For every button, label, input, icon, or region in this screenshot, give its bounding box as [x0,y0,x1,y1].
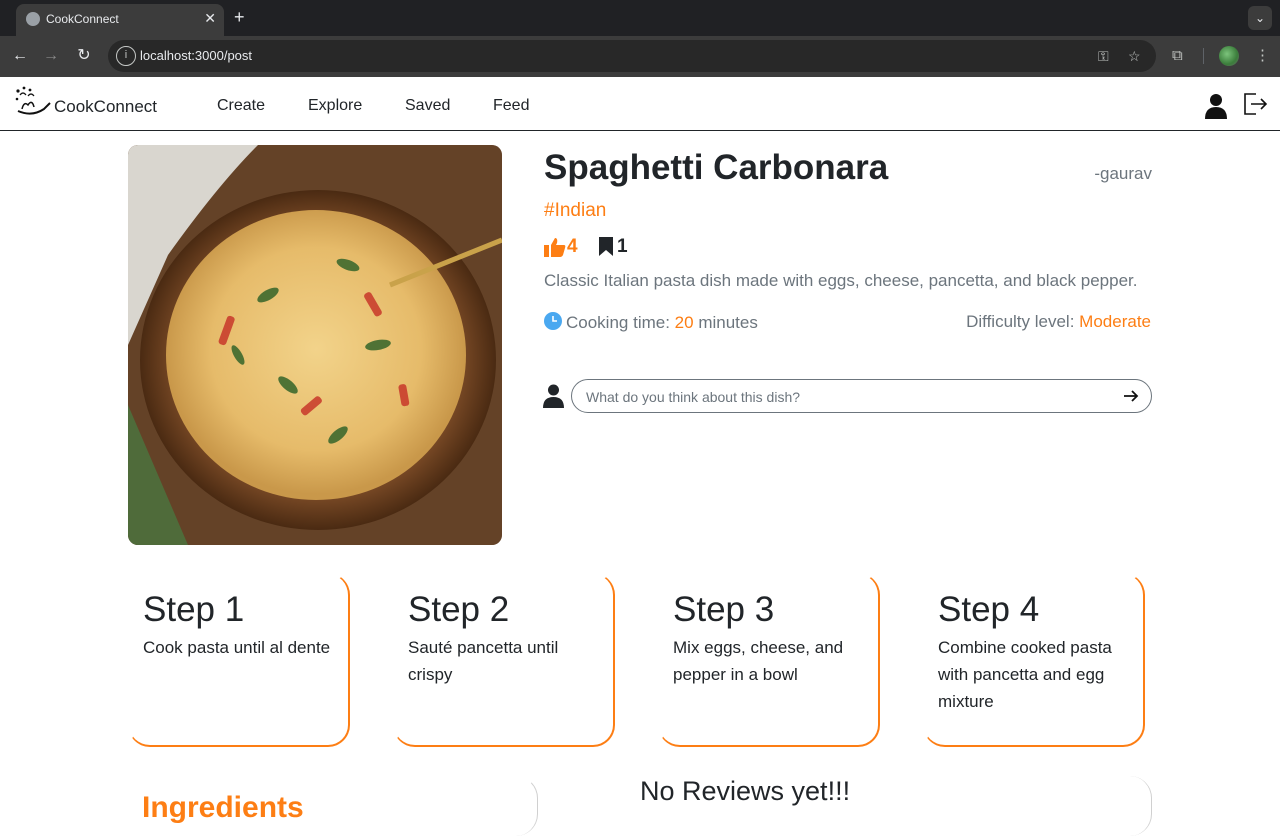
ingredients-title: Ingredients [142,791,304,824]
reviews-card: No Reviews yet!!! [560,776,1152,836]
profile-avatar[interactable] [1219,46,1239,66]
logout-icon[interactable] [1242,91,1268,117]
difficulty-label: Difficulty level: [966,312,1075,331]
step-text: Sauté pancetta until crispy [408,638,559,684]
post-description: Classic Italian pasta dish made with egg… [544,271,1138,290]
step-title: Step 3 [673,590,775,629]
close-icon[interactable]: ✕ [204,10,216,26]
dish-image [128,145,502,545]
nav-link-create[interactable]: Create [217,97,265,115]
plus-icon[interactable]: + [234,7,245,27]
reload-icon[interactable]: ↻ [74,46,94,66]
cooking-time-label: Cooking time: [566,313,670,332]
toolbar-divider [1203,48,1204,64]
cooking-time-unit: minutes [698,313,758,332]
site-info-icon[interactable]: i [116,46,136,66]
step-card: Step 3 Mix eggs, cheese, and pepper in a… [658,573,880,747]
star-icon[interactable]: ☆ [1128,46,1141,66]
user-icon[interactable] [1203,93,1229,119]
extensions-icon[interactable]: ⧉ [1172,46,1183,66]
nav-link-explore[interactable]: Explore [308,97,362,115]
tab-title: CookConnect [46,12,119,26]
post-title: Spaghetti Carbonara [544,148,889,187]
save-count: 1 [617,236,628,257]
cuisine-tag[interactable]: #Indian [544,200,606,222]
bookmark-icon[interactable] [598,236,614,257]
url-text[interactable]: localhost:3000/post [140,48,252,63]
nav-link-feed[interactable]: Feed [493,97,529,115]
forward-arrow-icon[interactable]: → [41,46,61,66]
browser-tab[interactable]: CookConnect ✕ [16,4,224,36]
thumbs-up-icon[interactable] [544,237,566,257]
difficulty-value: Moderate [1079,312,1151,331]
difficulty-level: Difficulty level: Moderate [966,312,1151,332]
app-navbar: CookConnect Create Explore Saved Feed [0,77,1280,131]
site-globe-icon [26,12,40,26]
step-title: Step 1 [143,590,245,629]
step-card: Step 1 Cook pasta until al dente [128,573,350,747]
cook-logo-icon[interactable] [14,85,52,117]
browser-toolbar: ← → ↻ i localhost:3000/post ⚿ ☆ ⧉ ⋮ [0,36,1280,77]
key-icon[interactable]: ⚿ [1098,46,1109,66]
back-arrow-icon[interactable]: ← [10,46,30,66]
browser-tabbar: CookConnect ✕ + ⌄ [0,0,1280,36]
step-text: Combine cooked pasta with pancetta and e… [938,638,1112,711]
step-card: Step 2 Sauté pancetta until crispy [393,573,615,747]
step-title: Step 4 [938,590,1040,629]
step-title: Step 2 [408,590,510,629]
step-text: Mix eggs, cheese, and pepper in a bowl [673,638,844,684]
cooking-time-value: 20 [674,313,694,332]
address-bar[interactable]: i localhost:3000/post ⚿ ☆ [108,40,1156,72]
step-card: Step 4 Combine cooked pasta with pancett… [923,573,1145,747]
cooking-time: Cooking time: 20 minutes [544,312,758,333]
chevron-down-icon[interactable]: ⌄ [1248,6,1272,30]
kebab-menu-icon[interactable]: ⋮ [1255,46,1270,66]
post-author[interactable]: -gaurav [1094,164,1152,184]
user-icon [543,384,564,408]
send-arrow-icon[interactable] [1123,388,1139,404]
like-count: 4 [567,236,578,257]
step-text: Cook pasta until al dente [143,638,331,657]
clock-icon [544,312,562,330]
reviews-title: No Reviews yet!!! [640,776,851,806]
brand-name[interactable]: CookConnect [54,97,157,117]
ingredients-card: Ingredients [128,776,538,836]
comment-input[interactable] [586,387,1106,407]
nav-link-saved[interactable]: Saved [405,97,450,115]
comment-field[interactable] [571,379,1152,413]
